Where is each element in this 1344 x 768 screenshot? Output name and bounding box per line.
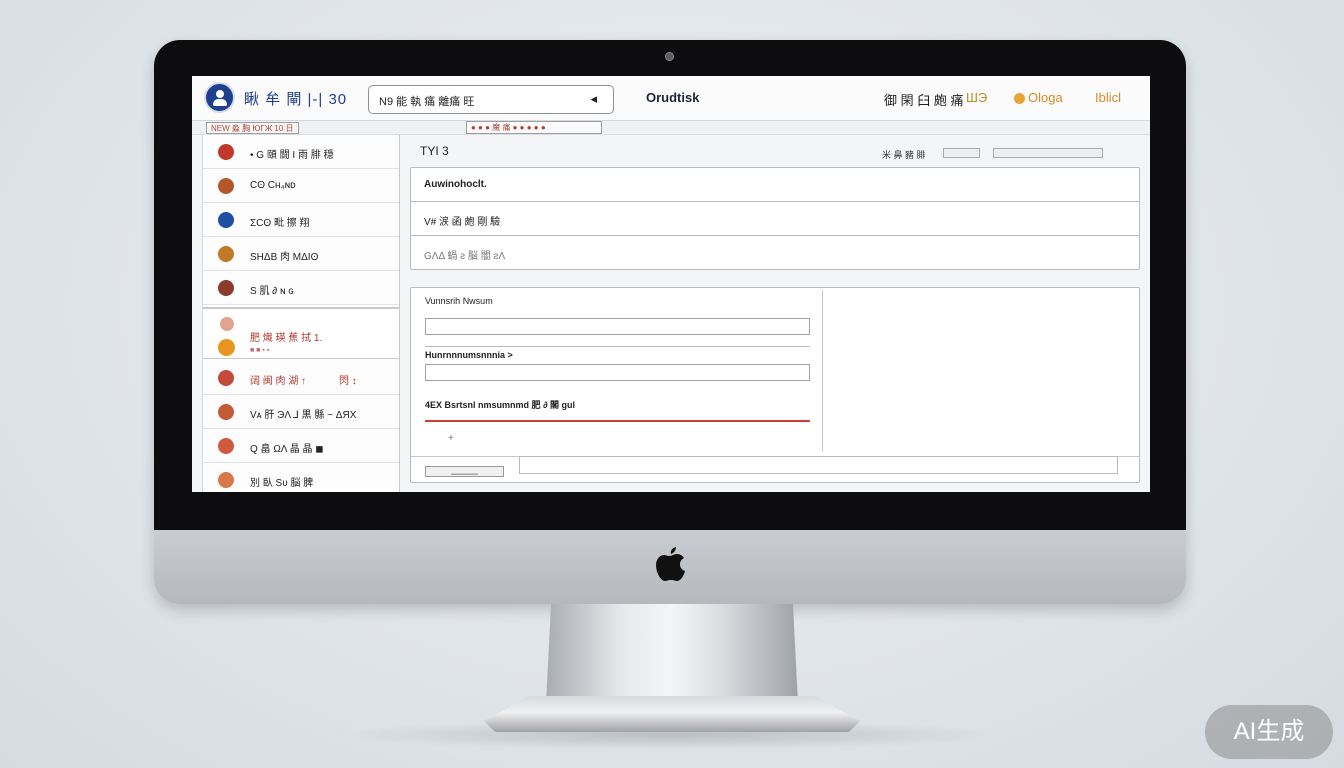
screen: 瞅 牟 閘 |-| 30 N9 能 執 痛 離痛 旺 ◂ Orudtisk 御 … bbox=[192, 76, 1150, 492]
footer-input[interactable] bbox=[519, 456, 1118, 474]
app-title: 瞅 牟 閘 |-| 30 bbox=[244, 91, 348, 108]
sidebar-item[interactable]: Q 畠 ΩΛ 晶 晶 ◼ bbox=[203, 429, 399, 463]
monitor-chin bbox=[154, 530, 1186, 604]
sidebar-item-label: Vᴀ 肝 ЭΛ ⅃ 黒 縣 ~ ΔЯX bbox=[250, 410, 357, 421]
filter-input-small[interactable] bbox=[943, 148, 980, 158]
category-icon bbox=[218, 144, 234, 160]
sidebar-item[interactable]: 別 臥 Sᴜ 脳 脾 bbox=[203, 463, 399, 492]
apple-logo-icon bbox=[656, 547, 685, 581]
field-label: Vunnsrih Nwsum bbox=[425, 296, 493, 306]
monitor-stand-neck bbox=[546, 604, 798, 704]
result-list: Auwinohoclt. V# 涙 函 皰 剛 驗 GΛΔ 蝸 ƨ 脳 闇 ƨΛ bbox=[410, 167, 1140, 270]
filter-input-wide[interactable] bbox=[993, 148, 1103, 158]
cursor-icon: + bbox=[448, 433, 454, 444]
sidebar-item-label: 阔 闽 肉 湖 ↑ bbox=[250, 376, 307, 387]
coin-icon bbox=[1014, 93, 1025, 104]
list-item[interactable]: Auwinohoclt. bbox=[411, 168, 1139, 202]
ai-generated-badge: AI生成 bbox=[1205, 705, 1333, 759]
edit-form: Vunnsrih Nwsum Hunrnnnumsnnnia > 4EX Bsr… bbox=[410, 287, 1140, 483]
page-title: TYI 3 bbox=[420, 144, 449, 158]
category-icon bbox=[218, 339, 235, 356]
sidebar-item[interactable]: • G 頤 闘 I 雨 腓 穏 bbox=[203, 135, 399, 169]
sidebar-item-label: • G 頤 闘 I 雨 腓 穏 bbox=[250, 150, 334, 161]
sidebar-item[interactable]: S 肌 ∂ ɴ ɢ bbox=[203, 271, 399, 305]
list-item-label: GΛΔ 蝸 ƨ 脳 闇 ƨΛ bbox=[424, 251, 506, 262]
category-icon bbox=[218, 370, 234, 386]
sidebar-item-label: SHΔB 肉 MΔIʘ bbox=[250, 252, 319, 263]
user-avatar-icon[interactable] bbox=[204, 82, 235, 113]
top-link-accent[interactable]: ШЭ bbox=[966, 90, 987, 105]
top-link-orange[interactable]: Ologa bbox=[1028, 90, 1063, 105]
search-field[interactable]: N9 能 執 痛 離痛 旺 ◂ bbox=[368, 85, 614, 114]
sidebar-item-label: Q 畠 ΩΛ 晶 晶 ◼ bbox=[250, 444, 324, 455]
sidebar: • G 頤 闘 I 雨 腓 穏 Cʘ Cʜ₄ɴᴅ ΣCʘ 毗 擦 翔 SHΔB … bbox=[202, 135, 400, 492]
sidebar-item-extra: 閃 ↕ bbox=[339, 376, 357, 387]
sub-bar: NEW 淼 胸 ЮΓЖ 10 日 ● ● ● 魔 痛 ● ● ● ● ● bbox=[192, 121, 1150, 135]
error-underline bbox=[425, 420, 810, 422]
sidebar-section-sub: ■ ■ ▪ ▪ bbox=[250, 347, 270, 354]
sidebar-section-highlight[interactable]: 肥 熾 瑛 蕉 拭 1. ■ ■ ▪ ▪ bbox=[203, 307, 399, 359]
camera-icon bbox=[665, 52, 674, 61]
breadcrumb[interactable]: NEW 淼 胸 ЮΓЖ 10 日 bbox=[206, 122, 299, 134]
list-item[interactable]: V# 涙 函 皰 剛 驗 bbox=[411, 202, 1139, 236]
text-field[interactable] bbox=[425, 364, 810, 381]
category-icon bbox=[218, 212, 234, 228]
footer-button[interactable]: ▁▁▁▁▁ bbox=[425, 466, 504, 477]
category-icon bbox=[218, 246, 234, 262]
sidebar-item[interactable]: ΣCʘ 毗 擦 翔 bbox=[203, 203, 399, 237]
sidebar-item[interactable]: Vᴀ 肝 ЭΛ ⅃ 黒 縣 ~ ΔЯX bbox=[203, 395, 399, 429]
top-link-orange-2[interactable]: Iblicl bbox=[1095, 90, 1121, 105]
filter-label: 米 鼻 豬 腓 bbox=[882, 150, 926, 160]
category-icon bbox=[218, 438, 234, 454]
search-arrow-icon[interactable]: ◂ bbox=[590, 91, 597, 107]
category-icon bbox=[218, 280, 234, 296]
sidebar-item[interactable]: 阔 闽 肉 湖 ↑ 閃 ↕ bbox=[203, 361, 399, 395]
sidebar-item-label: S 肌 ∂ ɴ ɢ bbox=[250, 286, 294, 297]
sidebar-item-label: 別 臥 Sᴜ 脳 脾 bbox=[250, 478, 314, 489]
field-label: Hunrnnnumsnnnia > bbox=[425, 350, 513, 360]
top-link-1[interactable]: 御 閑 臼 皰 痛 bbox=[884, 90, 963, 109]
form-divider bbox=[822, 290, 823, 452]
filter-chips[interactable]: ● ● ● 魔 痛 ● ● ● ● ● bbox=[466, 121, 602, 134]
sidebar-item-label: Cʘ Cʜ₄ɴᴅ bbox=[250, 180, 296, 191]
field-label-error: 4EX Bsrtsnl nmsumnmd 肥 ∂ 閣 gul bbox=[425, 400, 575, 410]
sidebar-section-label: 肥 熾 瑛 蕉 拭 1. bbox=[250, 333, 323, 344]
monitor-stand-foot bbox=[484, 696, 860, 732]
sidebar-item[interactable]: SHΔB 肉 MΔIʘ bbox=[203, 237, 399, 271]
list-item[interactable]: GΛΔ 蝸 ƨ 脳 闇 ƨΛ bbox=[411, 236, 1139, 270]
list-item-label: V# 涙 函 皰 剛 驗 bbox=[424, 217, 501, 228]
search-input-value[interactable]: N9 能 執 痛 離痛 旺 bbox=[379, 93, 474, 109]
category-icon bbox=[218, 404, 234, 420]
divider bbox=[425, 346, 810, 347]
sidebar-item[interactable]: Cʘ Cʜ₄ɴᴅ bbox=[203, 169, 399, 203]
text-field[interactable] bbox=[425, 318, 810, 335]
top-bar: 瞅 牟 閘 |-| 30 N9 能 執 痛 離痛 旺 ◂ Orudtisk 御 … bbox=[192, 76, 1150, 121]
sidebar-item-label: ΣCʘ 毗 擦 翔 bbox=[250, 218, 310, 229]
category-icon bbox=[220, 317, 234, 331]
category-icon bbox=[218, 472, 234, 488]
brand-label[interactable]: Orudtisk bbox=[646, 90, 699, 105]
list-item-label: Auwinohoclt. bbox=[424, 179, 487, 190]
category-icon bbox=[218, 178, 234, 194]
